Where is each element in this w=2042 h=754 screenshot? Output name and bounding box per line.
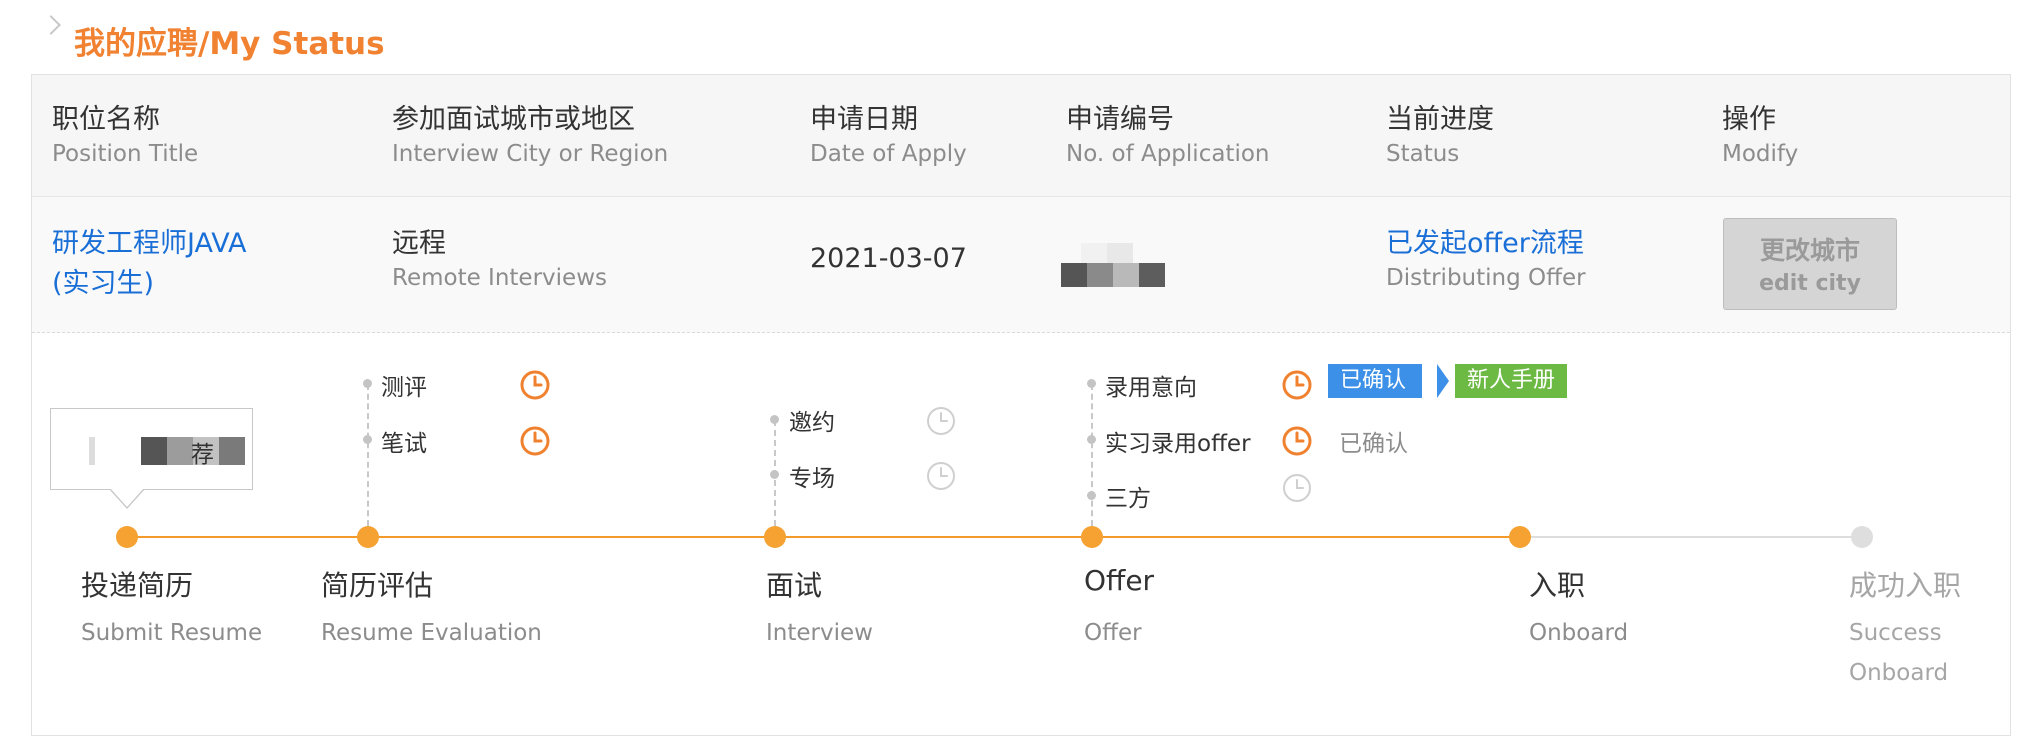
tooltip-text: 荐 <box>191 442 214 468</box>
apply-date: 2021-03-07 <box>810 243 967 274</box>
substep-dot <box>770 470 779 479</box>
application-number-redacted <box>1061 243 1165 291</box>
substep-invitation: 邀约 <box>789 410 835 436</box>
edit-city-label-en: edit city <box>1759 271 1861 296</box>
page-title: 我的应聘/My Status <box>74 26 385 62</box>
city-cn: 远程 <box>392 228 446 259</box>
stage-offer-en: Offer <box>1084 620 1142 646</box>
substep-dot <box>363 379 372 388</box>
stage-success-en-line1: Success <box>1849 620 1942 646</box>
stage-evaluation-en: Resume Evaluation <box>321 620 542 646</box>
referral-tooltip: 荐 <box>50 408 253 490</box>
header-status-cn: 当前进度 <box>1386 104 1494 135</box>
eval-substep-connector <box>367 384 369 526</box>
chevron-right-icon <box>41 15 61 35</box>
clock-icon <box>1283 474 1311 502</box>
stage-interview-en: Interview <box>766 620 873 646</box>
header-modify-cn: 操作 <box>1722 104 1776 135</box>
header-modify-en: Modify <box>1722 141 1799 167</box>
substep-dot <box>770 415 779 424</box>
city-en: Remote Interviews <box>392 265 607 291</box>
substep-dot <box>1087 435 1096 444</box>
confirmed-tag: 已确认 <box>1328 364 1423 398</box>
header-number-en: No. of Application <box>1066 141 1270 167</box>
tooltip-arrow-fill <box>110 488 144 507</box>
stage-node-onboard <box>1509 526 1531 548</box>
header-city-cn: 参加面试城市或地区 <box>392 104 635 135</box>
status-link[interactable]: 已发起offer流程 <box>1386 221 1584 260</box>
table-row: 研发工程师JAVA (实习生) 远程 Remote Interviews 202… <box>32 197 2010 333</box>
substep-special-session: 专场 <box>789 466 835 492</box>
stage-success-en-line2: Onboard <box>1849 660 1949 686</box>
newcomer-handbook-tag[interactable]: 新人手册 <box>1455 364 1568 398</box>
clock-icon <box>1282 426 1312 456</box>
progress-line-complete <box>127 536 1520 538</box>
substep-employment-intent: 录用意向 <box>1105 375 1197 401</box>
stage-node-evaluation <box>357 526 379 548</box>
stage-node-success <box>1851 526 1873 548</box>
clock-icon <box>1282 370 1312 400</box>
substep-dot <box>363 435 372 444</box>
stage-onboard-en: Onboard <box>1529 620 1629 646</box>
table-header: 职位名称 Position Title 参加面试城市或地区 Interview … <box>32 75 2010 197</box>
edit-city-button[interactable]: 更改城市 edit city <box>1723 218 1897 310</box>
header-position-en: Position Title <box>52 141 199 167</box>
header-number-cn: 申请编号 <box>1066 104 1174 135</box>
stage-submit-cn: 投递简历 <box>81 569 194 602</box>
position-link[interactable]: 研发工程师JAVA <box>52 221 246 260</box>
offer-confirmed-text: 已确认 <box>1339 431 1408 457</box>
header-city-en: Interview City or Region <box>392 141 669 167</box>
status-en: Distributing Offer <box>1386 265 1586 291</box>
header-date-cn: 申请日期 <box>810 104 918 135</box>
stage-success-cn: 成功入职 <box>1849 569 1962 602</box>
edit-city-label-cn: 更改城市 <box>1759 236 1860 265</box>
progress-line-pending <box>1520 536 1862 538</box>
clock-icon <box>927 407 955 435</box>
confirmed-tag-arrow <box>1437 364 1449 398</box>
stage-node-offer <box>1081 526 1103 548</box>
position-link-suffix[interactable]: (实习生) <box>52 261 154 300</box>
offer-substep-connector <box>1091 384 1093 526</box>
stage-node-interview <box>764 526 786 548</box>
clock-icon <box>520 370 550 400</box>
clock-icon <box>520 426 550 456</box>
substep-dot <box>1087 491 1096 500</box>
stage-interview-cn: 面试 <box>766 569 823 602</box>
referrer-redacted <box>89 437 245 465</box>
substep-dot <box>1087 379 1096 388</box>
stage-onboard-cn: 入职 <box>1529 569 1586 602</box>
stage-offer-cn: Offer <box>1084 564 1155 597</box>
substep-written-test: 笔试 <box>381 431 427 457</box>
substep-intern-offer: 实习录用offer <box>1105 431 1251 457</box>
stage-node-submit <box>116 526 138 548</box>
stage-submit-en: Submit Resume <box>81 620 263 646</box>
substep-assessment: 测评 <box>381 375 427 401</box>
stage-evaluation-cn: 简历评估 <box>321 569 434 602</box>
substep-tripartite: 三方 <box>1105 486 1151 512</box>
clock-icon <box>927 462 955 490</box>
header-date-en: Date of Apply <box>810 141 967 167</box>
page: 我的应聘/My Status 职位名称 Position Title 参加面试城… <box>0 0 2042 754</box>
header-status-en: Status <box>1386 141 1460 167</box>
header-position-cn: 职位名称 <box>52 104 160 135</box>
